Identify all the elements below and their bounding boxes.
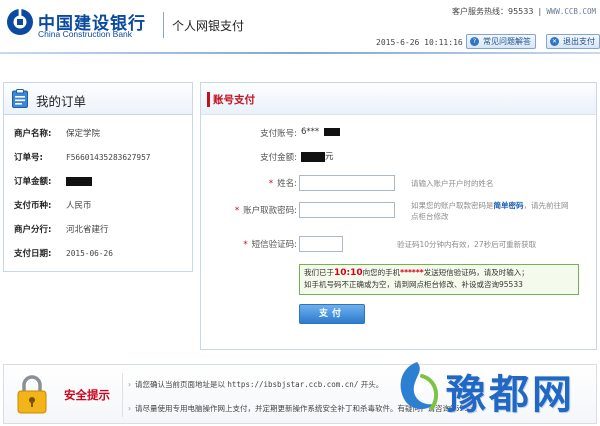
- exit-button-label: 退出支付: [563, 37, 595, 46]
- notice-text: 向您的手机: [362, 268, 401, 277]
- order-row-number: 订单号: F56601435283627957: [14, 151, 192, 167]
- order-label: 支付币种:: [14, 201, 52, 211]
- pay-button[interactable]: 支付: [299, 304, 365, 324]
- notice-text: 我们已于: [304, 268, 334, 277]
- exit-icon: ✕: [550, 37, 559, 46]
- security-tip-1: › 请您确认当前页面地址是以 https://ibsbjstar.ccb.com.…: [128, 379, 383, 390]
- order-value: 河北省建行: [66, 225, 109, 235]
- sms-label-text: 短信验证码:: [251, 240, 297, 250]
- order-label: 支付日期:: [14, 249, 52, 259]
- hotline-label: 客户服务热线：: [452, 7, 508, 16]
- redacted-amount: [301, 151, 325, 162]
- ccb-logo-icon: [7, 8, 33, 35]
- footer-divider: [122, 373, 123, 417]
- header-rule: [0, 52, 600, 54]
- notice-text: 发送短信验证码，请及时输入；: [423, 268, 529, 277]
- hotline-url[interactable]: WWW.CCB.COM: [546, 7, 596, 16]
- order-value: 人民币: [66, 201, 92, 211]
- order-row-amount: 订单金额:: [14, 175, 192, 191]
- page-subtitle: 个人网银支付: [172, 19, 245, 33]
- order-value: 保定学院: [66, 129, 101, 139]
- order-label: 订单号:: [14, 153, 43, 163]
- tip-bullet: ›: [128, 404, 131, 413]
- sms-code-input[interactable]: [299, 236, 343, 252]
- exit-payment-button[interactable]: ✕ 退出支付: [546, 34, 600, 49]
- password-hint: 如果您的账户取款密码是简单密码，请先前往网 点柜台修改: [411, 200, 569, 222]
- password-input[interactable]: [299, 202, 395, 218]
- order-row-date: 支付日期: 2015-06-26: [14, 247, 192, 263]
- faq-button-label: 常见问题解答: [483, 37, 531, 46]
- amount-label: 支付金额:: [260, 153, 297, 163]
- account-number-masked: 6***: [301, 127, 320, 137]
- tip-bullet: ›: [128, 380, 131, 389]
- account-label: 支付账号:: [260, 129, 297, 139]
- password-hint-part2: ，请先前往网: [523, 201, 569, 210]
- payment-panel-title: 账号支付: [207, 92, 255, 107]
- password-hint-part3: 点柜台修改: [411, 212, 449, 221]
- security-tips-title: 安全提示: [64, 388, 110, 402]
- order-panel: 我的订单 商户名称: 保定学院 订单号: F56601435283627957 订单…: [3, 82, 193, 272]
- order-panel-title: 我的订单: [36, 94, 87, 109]
- name-field-label: * 姓名:: [221, 177, 297, 189]
- order-label: 商户名称:: [14, 129, 52, 139]
- sms-field-label: * 短信验证码:: [211, 238, 297, 250]
- order-row-merchant: 商户名称: 保定学院: [14, 127, 192, 143]
- account-value: 6***: [301, 127, 340, 137]
- order-value: 2015-06-26: [66, 249, 113, 258]
- payment-panel-header: 账号支付: [201, 83, 596, 115]
- watermark-logo-icon: [400, 362, 439, 410]
- redacted-amount: [66, 177, 92, 186]
- hotline: 客户服务热线：95533 | WWW.CCB.COM: [452, 7, 596, 16]
- required-asterisk: *: [234, 206, 240, 216]
- tip-url: https://ibsbjstar.ccb.com.cn/: [227, 380, 359, 389]
- current-datetime: 2015-6-26 10:11:16: [376, 38, 463, 47]
- question-icon: ?: [470, 37, 479, 46]
- required-asterisk: *: [243, 240, 248, 250]
- tip-text: 请您确认当前页面地址是以: [135, 380, 225, 389]
- simple-password-link[interactable]: 简单密码: [494, 201, 524, 210]
- clipboard-icon: [12, 89, 28, 108]
- faq-button[interactable]: ? 常见问题解答: [466, 34, 536, 49]
- notice-phone-masked: ******: [400, 268, 424, 277]
- tip-text: 开头。: [360, 380, 384, 389]
- order-label: 订单金额:: [14, 177, 52, 187]
- sms-sent-notice: 我们已于10:10向您的手机******发送短信验证码，请及时输入； 如手机号码…: [299, 264, 579, 295]
- amount-unit: 元: [325, 152, 334, 162]
- redacted-account: [323, 127, 340, 136]
- password-field-label: * 账户取款密码:: [211, 204, 297, 216]
- password-label-text: 账户取款密码:: [243, 206, 297, 216]
- order-label: 商户分行:: [14, 225, 52, 235]
- header-divider: [163, 12, 164, 38]
- payment-panel: 账号支付 支付账号: 6*** 支付金额: 元 * 姓名: 请输入账户开户时的姓名…: [200, 82, 597, 350]
- order-row-branch: 商户分行: 河北省建行: [14, 223, 192, 239]
- notice-time: 10:10: [334, 268, 363, 278]
- hotline-number: 95533: [508, 7, 534, 16]
- name-label-text: 姓名:: [277, 179, 297, 189]
- order-row-currency: 支付币种: 人民币: [14, 199, 192, 215]
- order-value: F56601435283627957: [66, 153, 151, 162]
- name-hint: 请输入账户开户时的姓名: [411, 179, 494, 188]
- bank-name-en: China Construction Bank: [38, 29, 133, 39]
- sms-hint: 验证码10分钟内有效，27秒后可重新获取: [397, 240, 537, 249]
- password-hint-part1: 如果您的账户取款密码是: [411, 201, 494, 210]
- order-panel-header: 我的订单: [4, 83, 192, 115]
- amount-value: 元: [301, 150, 334, 162]
- padlock-icon: [17, 375, 47, 414]
- watermark-text: 豫都网: [446, 371, 575, 418]
- page-header: 中国建设银行 China Construction Bank 个人网银支付 客户…: [0, 0, 600, 52]
- name-input[interactable]: [299, 175, 395, 191]
- required-asterisk: *: [268, 179, 274, 189]
- notice-text: 如手机号码不正确或为空，请到网点柜台修改、补设或咨询95533: [304, 280, 523, 289]
